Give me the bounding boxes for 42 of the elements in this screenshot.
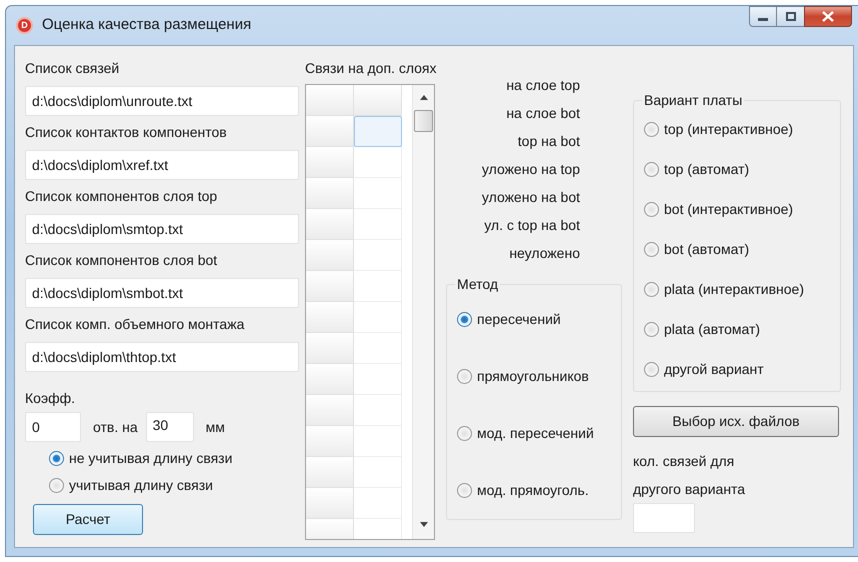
field-label: Список комп. объемного монтажа — [25, 315, 246, 334]
statistic-label: на слое bot — [505, 104, 580, 123]
unit-label: мм — [206, 418, 225, 436]
field-label: Список связей — [25, 59, 120, 78]
radio-label[interactable]: учитывая длину связи — [69, 475, 214, 496]
field-label: Список компонентов слоя top — [25, 187, 218, 206]
radio-label[interactable]: мод. пересечений — [477, 423, 594, 444]
app-icon: D — [16, 17, 33, 34]
radio-label[interactable]: другой вариант — [664, 359, 764, 380]
count-label: другого варианта — [633, 480, 746, 499]
window-title: Оценка качества размещения — [42, 15, 252, 36]
radio-label[interactable]: bot (автомат) — [664, 239, 750, 260]
field-label: Список контактов компонентов — [25, 123, 228, 142]
holes-per-label: отв. на — [93, 418, 138, 436]
grid-title: Связи на доп. слоях — [305, 59, 438, 78]
field-label: Список компонентов слоя bot — [25, 251, 218, 270]
statistic-label: ул. с top на bot — [483, 216, 580, 235]
file-path-field[interactable]: d:\docs\diplom\thtop.txt — [25, 342, 299, 372]
radio-label[interactable]: top (интерактивное) — [664, 119, 794, 140]
coefficient-label: Коэфф. — [25, 389, 76, 408]
statistic-label: на слое top — [505, 76, 580, 95]
select-files-button[interactable]: Выбор исх. файлов — [633, 406, 839, 437]
count-label: кол. связей для — [633, 452, 736, 471]
radio-label[interactable]: top (автомат) — [664, 159, 750, 180]
file-path-field[interactable]: d:\docs\diplom\xref.txt — [25, 150, 299, 180]
file-path-field[interactable]: d:\docs\diplom\unroute.txt — [25, 86, 299, 116]
statistic-label: top на bot — [516, 132, 580, 151]
calculate-button[interactable]: Расчет — [33, 504, 143, 535]
radio-label[interactable]: не учитывая длину связи — [69, 448, 232, 469]
radio-label[interactable]: plata (интерактивное) — [664, 279, 804, 300]
radio-label[interactable]: пересечений — [477, 309, 561, 330]
statistic-label: уложено на bot — [480, 188, 580, 207]
radio-label[interactable]: прямоугольников — [477, 366, 589, 387]
radio-label[interactable]: bot (интерактивное) — [664, 199, 794, 220]
statistic-label: неуложено — [508, 244, 580, 263]
holes-field[interactable]: 0 — [25, 412, 81, 442]
radio-label[interactable]: мод. прямоуголь. — [477, 480, 589, 501]
radio-label[interactable]: plata (автомат) — [664, 319, 760, 340]
length-field[interactable]: 30 — [146, 412, 194, 442]
file-path-field[interactable]: d:\docs\diplom\smtop.txt — [25, 214, 299, 244]
file-path-field[interactable]: d:\docs\diplom\smbot.txt — [25, 278, 299, 308]
statistic-label: уложено на top — [480, 160, 580, 179]
